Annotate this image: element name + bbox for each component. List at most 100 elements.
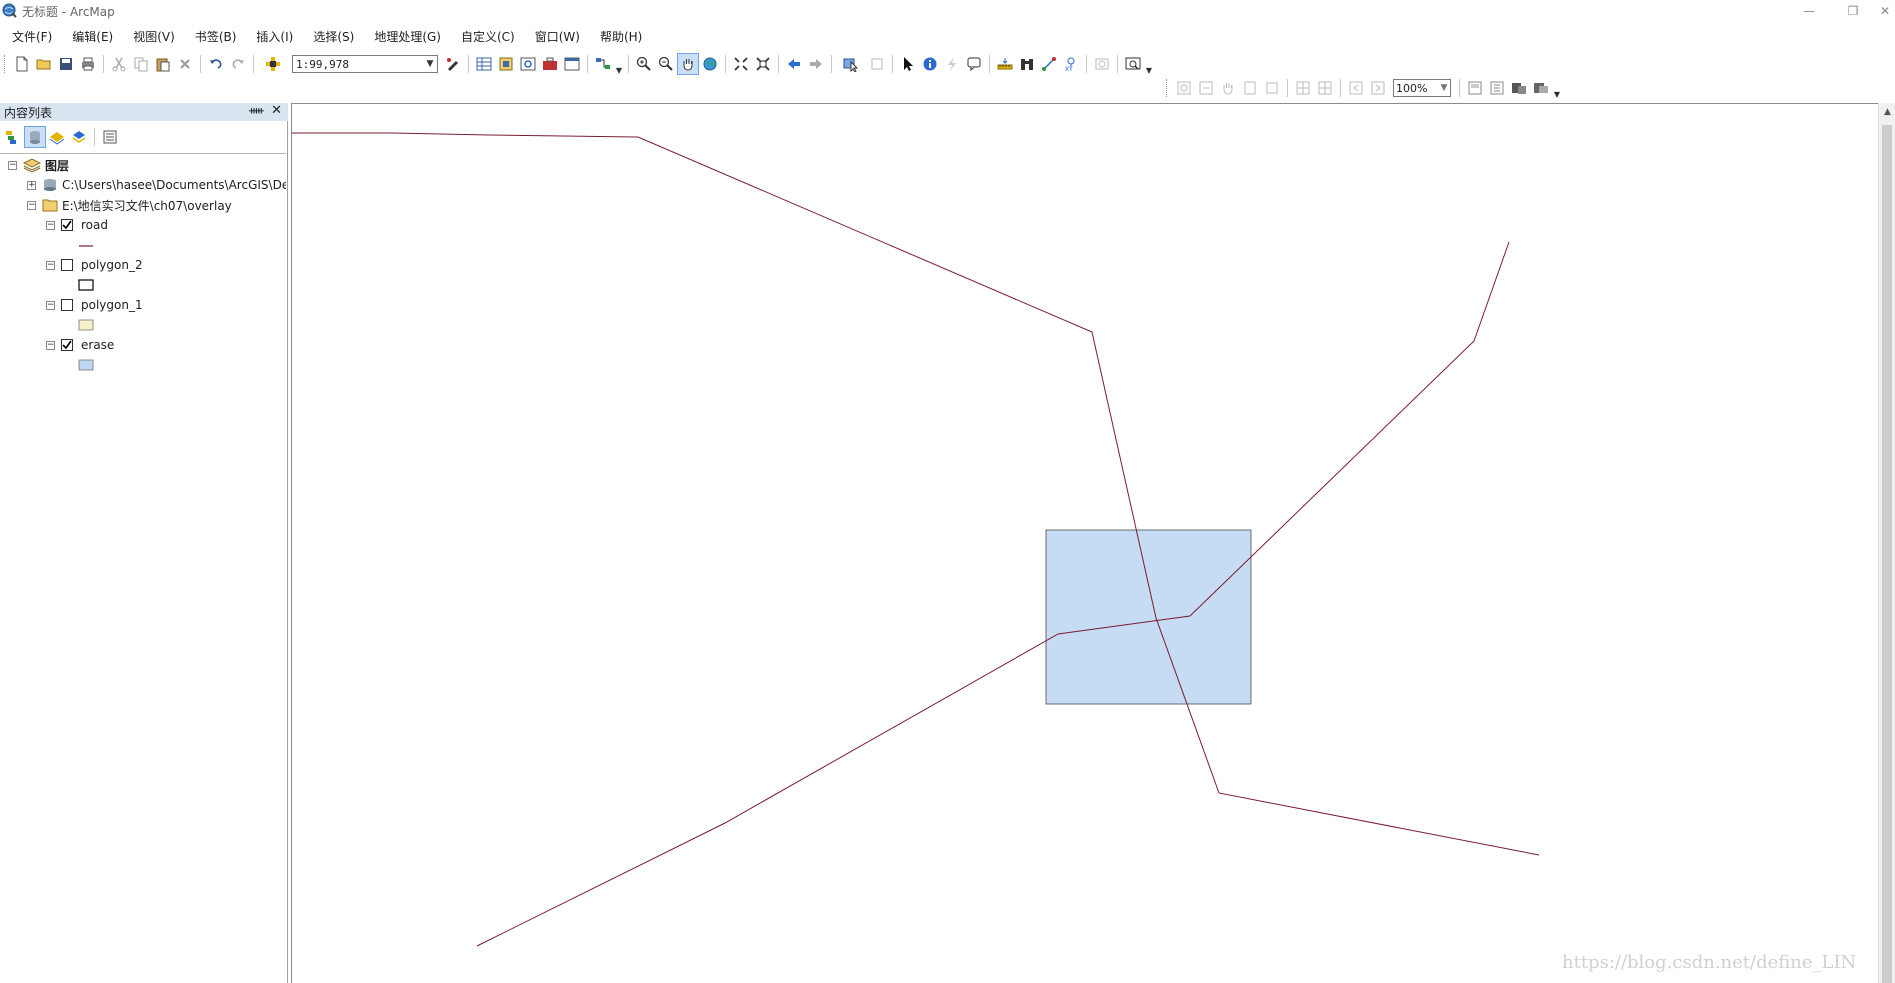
new-document-button[interactable] (11, 53, 33, 75)
toolbar-overflow-arrow[interactable]: ▼ (614, 53, 624, 75)
collapse-toggle[interactable]: − (46, 220, 55, 230)
python-window-button[interactable] (561, 53, 583, 75)
focus-data-frame-button[interactable] (1486, 77, 1508, 99)
layer-polygon-2[interactable]: − polygon_2 (46, 256, 143, 274)
pin-icon[interactable]: ᚔ (249, 104, 264, 117)
toolbar-overflow-arrow[interactable]: ▼ (1552, 77, 1562, 99)
toc-options-button[interactable] (99, 126, 121, 148)
toc-close-icon[interactable]: ✕ (271, 103, 282, 118)
menu-insert[interactable]: 插入(I) (244, 28, 301, 45)
zoom-100-button[interactable] (1261, 77, 1283, 99)
cut-button[interactable] (108, 53, 130, 75)
copy-button[interactable] (130, 53, 152, 75)
create-viewer-window-button[interactable] (1122, 53, 1144, 75)
print-button[interactable] (77, 53, 99, 75)
menu-help[interactable]: 帮助(H) (588, 28, 650, 45)
search-window-button[interactable] (517, 53, 539, 75)
change-layout-button[interactable] (1508, 77, 1530, 99)
find-route-button[interactable] (1038, 53, 1060, 75)
scroll-up-arrow-icon[interactable]: ▲ (1879, 103, 1895, 120)
hyperlink-button[interactable] (941, 53, 963, 75)
collapse-toggle[interactable]: − (46, 260, 55, 270)
tree-source-database[interactable]: + C:\Users\hasee\Documents\ArcGIS\De (27, 176, 286, 194)
menu-customize[interactable]: 自定义(C) (449, 28, 523, 45)
toolbar-grip[interactable] (4, 55, 7, 73)
time-slider-button[interactable] (1091, 53, 1113, 75)
layout-zoom-out-button[interactable] (1195, 77, 1217, 99)
erase-polygon-feature[interactable] (1045, 529, 1252, 705)
fixed-layout-zoom-in-button[interactable] (1292, 77, 1314, 99)
menu-geoprocessing[interactable]: 地理处理(G) (362, 28, 449, 45)
menu-bookmarks[interactable]: 书签(B) (183, 28, 245, 45)
select-elements-button[interactable] (897, 53, 919, 75)
road-feature[interactable] (476, 241, 1510, 947)
undo-button[interactable] (205, 53, 227, 75)
go-to-xy-button[interactable]: XY (1060, 53, 1082, 75)
tree-root-layers[interactable]: − 图层 (8, 156, 69, 174)
layer-polygon-1[interactable]: − polygon_1 (46, 296, 143, 314)
layer-visibility-checkbox[interactable] (61, 299, 73, 311)
layout-pan-button[interactable] (1217, 77, 1239, 99)
map-display[interactable] (291, 103, 1878, 983)
go-forward-extent-button[interactable] (805, 53, 827, 75)
layer-visibility-checkbox[interactable] (61, 259, 73, 271)
close-button[interactable]: ✕ (1875, 0, 1895, 22)
html-popup-button[interactable] (963, 53, 985, 75)
scrollbar-thumb[interactable] (1882, 125, 1892, 983)
list-by-drawing-order-button[interactable] (2, 126, 24, 148)
fixed-layout-zoom-out-button[interactable] (1314, 77, 1336, 99)
layer-road[interactable]: − road (46, 216, 108, 234)
save-button[interactable] (55, 53, 77, 75)
go-back-extent-button[interactable] (783, 53, 805, 75)
chevron-down-icon[interactable]: ▼ (1438, 83, 1450, 93)
fixed-zoom-in-button[interactable] (730, 53, 752, 75)
editor-toolbar-button[interactable] (442, 53, 464, 75)
fixed-zoom-out-button[interactable] (752, 53, 774, 75)
toggle-draft-mode-button[interactable] (1464, 77, 1486, 99)
layout-back-button[interactable] (1345, 77, 1367, 99)
restore-button[interactable]: ❐ (1831, 0, 1875, 22)
layer-visibility-checkbox[interactable] (61, 219, 73, 231)
toolbar-grip[interactable] (1166, 79, 1169, 97)
tree-source-folder[interactable]: − E:\地信实习文件\ch07\overlay (27, 196, 232, 214)
layer-visibility-checkbox[interactable] (61, 339, 73, 351)
map-vertical-scrollbar[interactable]: ▲ (1878, 103, 1895, 983)
select-features-button[interactable] (836, 53, 866, 75)
list-by-source-button[interactable] (24, 126, 46, 148)
zoom-whole-page-button[interactable] (1239, 77, 1261, 99)
data-driven-pages-button[interactable] (1530, 77, 1552, 99)
redo-button[interactable] (227, 53, 249, 75)
menu-file[interactable]: 文件(F) (0, 28, 60, 45)
measure-button[interactable] (994, 53, 1016, 75)
collapse-toggle[interactable]: − (8, 160, 17, 170)
arctoolbox-button[interactable] (539, 53, 561, 75)
toolbar-overflow-arrow[interactable]: ▼ (1144, 53, 1154, 75)
menu-selection[interactable]: 选择(S) (301, 28, 362, 45)
layout-zoom-in-button[interactable] (1173, 77, 1195, 99)
map-canvas[interactable] (292, 104, 1879, 983)
clear-selection-button[interactable] (866, 53, 888, 75)
layer-erase[interactable]: − erase (46, 336, 114, 354)
layout-forward-button[interactable] (1367, 77, 1389, 99)
list-by-selection-button[interactable] (68, 126, 90, 148)
menu-view[interactable]: 视图(V) (121, 28, 183, 45)
paste-button[interactable] (152, 53, 174, 75)
add-data-button[interactable] (258, 53, 288, 75)
delete-button[interactable] (174, 53, 196, 75)
collapse-toggle[interactable]: − (27, 200, 36, 210)
menu-edit[interactable]: 编辑(E) (60, 28, 121, 45)
zoom-in-button[interactable] (633, 53, 655, 75)
full-extent-button[interactable] (699, 53, 721, 75)
chevron-down-icon[interactable]: ▼ (423, 56, 437, 72)
zoom-out-button[interactable] (655, 53, 677, 75)
open-button[interactable] (33, 53, 55, 75)
collapse-toggle[interactable]: − (46, 340, 55, 350)
expand-toggle[interactable]: + (27, 180, 36, 190)
pan-button[interactable] (677, 53, 699, 75)
table-window-button[interactable] (473, 53, 495, 75)
menu-windows[interactable]: 窗口(W) (523, 28, 588, 45)
identify-button[interactable] (919, 53, 941, 75)
road-feature[interactable] (292, 132, 1540, 856)
model-builder-button[interactable] (592, 53, 614, 75)
minimize-button[interactable]: — (1787, 0, 1831, 22)
